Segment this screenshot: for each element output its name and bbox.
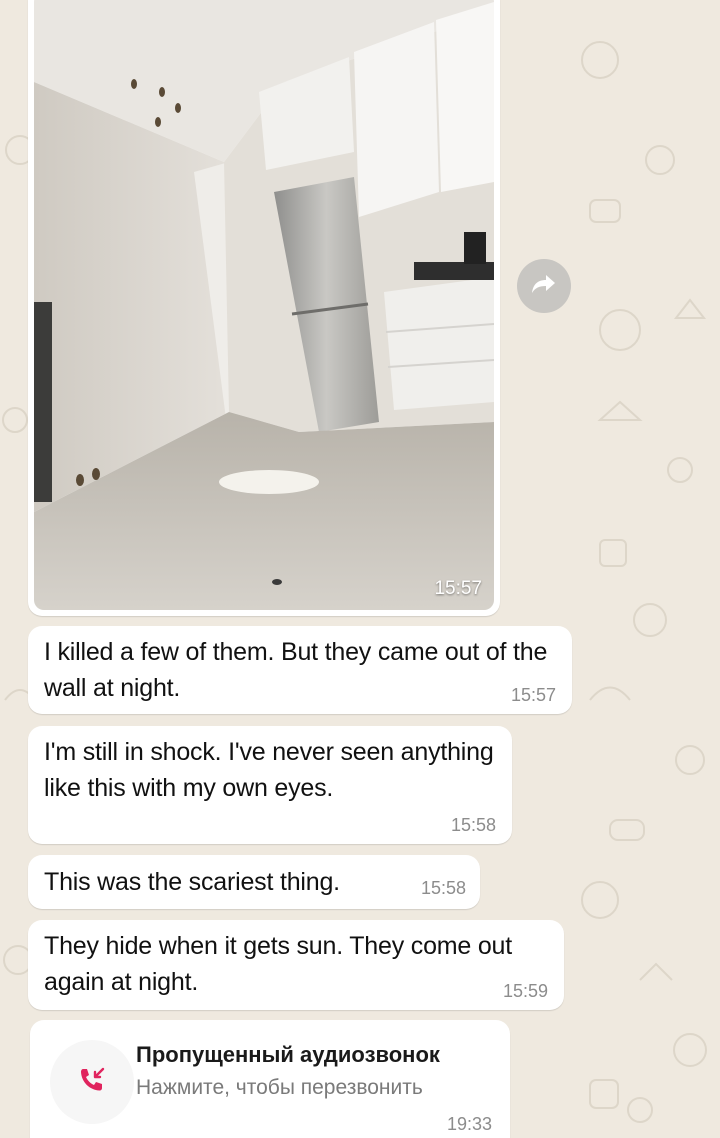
message-text: This was the scariest thing. xyxy=(44,868,340,896)
message-timestamp: 19:33 xyxy=(446,1114,492,1134)
message-bubble[interactable]: I'm still in shock. I've never seen anyt… xyxy=(28,726,512,844)
message-timestamp: 15:59 xyxy=(502,981,548,1001)
message-bubble[interactable]: I killed a few of them. But they came ou… xyxy=(28,626,572,714)
forward-button[interactable] xyxy=(517,259,571,313)
callback-prompt[interactable]: Нажмите, чтобы перезвонить xyxy=(136,1076,423,1100)
message-bubble[interactable]: This was the scariest thing. 15:58 xyxy=(28,855,480,909)
forward-arrow-icon xyxy=(531,273,557,300)
message-text: I'm still in shock. I've never seen anyt… xyxy=(44,738,494,802)
message-text: They hide when it gets sun. They come ou… xyxy=(44,932,512,996)
missed-call-icon xyxy=(77,1065,107,1100)
message-timestamp: 15:58 xyxy=(450,815,496,835)
message-bubble[interactable]: They hide when it gets sun. They come ou… xyxy=(28,920,564,1010)
message-text: I killed a few of them. But they came ou… xyxy=(44,638,548,702)
photo-message-bubble[interactable]: 15:57 xyxy=(28,0,500,616)
missed-call-title: Пропущенный аудиозвонок xyxy=(136,1042,440,1067)
kitchen-photo[interactable]: 15:57 xyxy=(34,0,494,610)
photo-timestamp: 15:57 xyxy=(434,578,482,599)
missed-call-bubble[interactable]: Пропущенный аудиозвонок Нажмите, чтобы п… xyxy=(30,1020,510,1138)
missed-call-icon-container xyxy=(50,1040,134,1124)
message-timestamp: 15:57 xyxy=(510,685,556,705)
message-timestamp: 15:58 xyxy=(420,878,466,898)
